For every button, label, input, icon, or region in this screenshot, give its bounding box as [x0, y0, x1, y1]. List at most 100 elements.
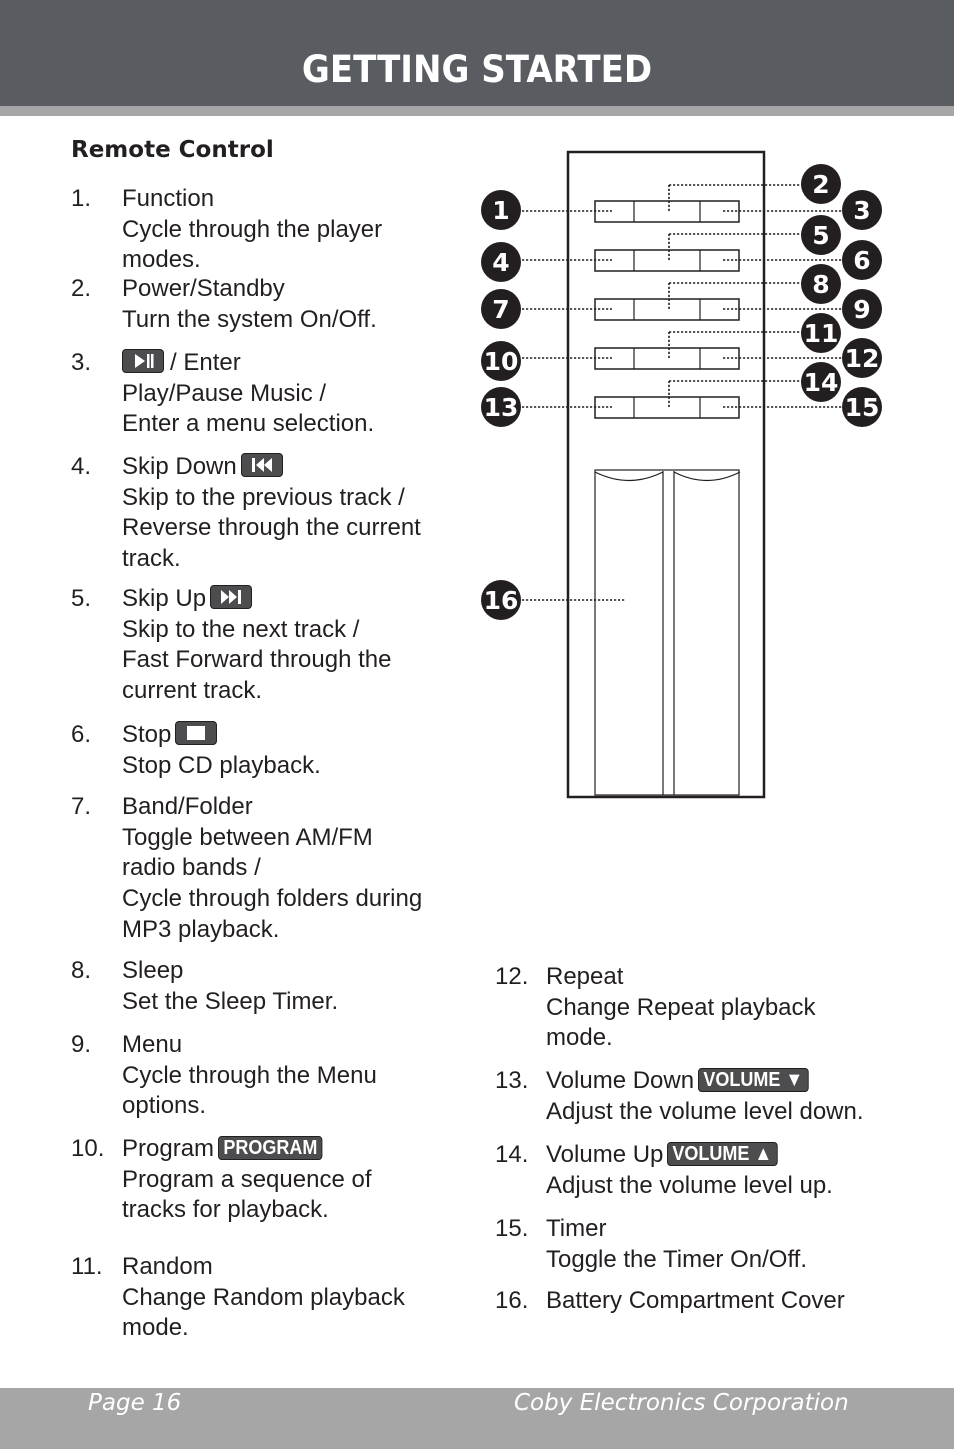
callout-number: 14: [804, 368, 839, 397]
callout-number: 15: [845, 393, 880, 422]
item-title: Menu: [122, 1031, 183, 1058]
item-text: Stop Stop CD playback.: [122, 720, 321, 781]
item-description-line: Skip to the next track /: [122, 615, 360, 643]
item-description-line: Cycle through the player: [122, 215, 383, 243]
item-description-line: tracks for playback.: [122, 1196, 329, 1224]
item-number: 6.: [71, 721, 92, 748]
item-title: Volume Down: [546, 1067, 695, 1094]
item-number: 7.: [71, 793, 92, 820]
item-description-line: Toggle the Timer On/Off.: [546, 1245, 808, 1273]
item-title-line: Band/Folder: [122, 792, 422, 823]
item-description-line: options.: [122, 1092, 207, 1120]
item-number: 14.: [495, 1141, 529, 1168]
item-description-line: Skip to the previous track /: [122, 483, 405, 511]
button-row-outline: [594, 200, 740, 223]
item-title-line: Timer: [546, 1214, 807, 1245]
item-title-line: Menu: [122, 1030, 377, 1061]
item-title-line: Battery Compartment Cover: [546, 1286, 845, 1317]
item-number: 11.: [71, 1253, 103, 1280]
item-number: 16.: [495, 1287, 529, 1314]
item-title-line: Program PROGRAM: [122, 1134, 371, 1165]
item-number: 3.: [71, 349, 92, 376]
item-description-line: current track.: [122, 677, 263, 705]
page-number: Page 16: [88, 1390, 182, 1416]
callout-number: 5: [812, 221, 829, 250]
button-row-outline: [594, 298, 740, 321]
callout-number: 12: [845, 344, 880, 373]
item-title-line: Volume Up VOLUME ▲: [546, 1140, 833, 1171]
item-text: Repeat Change Repeat playback mode.: [546, 962, 816, 1054]
item-number: 12.: [495, 963, 529, 990]
item-title: Sleep: [122, 957, 184, 984]
item-title: Repeat: [546, 963, 624, 990]
callout-number: 1: [492, 196, 509, 225]
item-title: Skip Down: [122, 453, 237, 480]
callout-number: 11: [804, 319, 839, 348]
item-description-line: Adjust the volume level up.: [546, 1171, 833, 1199]
item-title: Program: [122, 1135, 215, 1162]
button-label-badge: VOLUME ▲: [667, 1141, 779, 1166]
item-title-line: Skip Up: [122, 584, 391, 615]
item-title-line: Skip Down: [122, 452, 421, 483]
item-description-line: Toggle between AM/FM: [122, 823, 373, 851]
item-title: / Enter: [170, 349, 241, 376]
button-label-badge: VOLUME ▼: [698, 1067, 809, 1092]
skip-back-icon: [240, 452, 283, 477]
page-title: GETTING STARTED: [301, 48, 653, 91]
item-title: Function: [122, 185, 215, 212]
item-number: 9.: [71, 1031, 92, 1058]
item-text: Skip Up Skip to the next track / Fast Forw…: [122, 584, 391, 707]
item-description-line: modes.: [122, 246, 201, 274]
item-title: Skip Up: [122, 585, 207, 612]
item-title: Band/Folder: [122, 793, 253, 820]
item-title-line: Sleep: [122, 956, 338, 987]
item-title-line: Volume Down VOLUME ▼: [546, 1066, 864, 1097]
item-number: 15.: [495, 1215, 529, 1242]
item-title: Battery Compartment Cover: [546, 1287, 845, 1314]
item-number: 10.: [71, 1135, 105, 1162]
item-description-line: Program a sequence of: [122, 1165, 372, 1193]
item-title-line: Random: [122, 1252, 405, 1283]
item-description-line: Change Random playback: [122, 1283, 405, 1311]
callout-number: 13: [484, 393, 519, 422]
item-text: Battery Compartment Cover: [546, 1286, 845, 1317]
button-row-outline: [594, 347, 740, 370]
company-name: Coby Electronics Corporation: [514, 1390, 849, 1416]
item-title-line: Stop: [122, 720, 321, 751]
item-description-line: Reverse through the current: [122, 514, 421, 542]
item-description-line: MP3 playback.: [122, 915, 280, 943]
header-stripe: [0, 106, 954, 116]
item-text: Band/Folder Toggle between AM/FM radio ban…: [122, 792, 422, 946]
item-description-line: Stop CD playback.: [122, 751, 321, 779]
item-text: Sleep Set the Sleep Timer.: [122, 956, 338, 1017]
callout-number: 6: [853, 246, 870, 275]
item-number: 2.: [71, 275, 92, 302]
section-title: Remote Control: [71, 137, 274, 163]
item-description-line: mode.: [546, 1024, 613, 1052]
item-text: Power/Standby Turn the system On/Off.: [122, 274, 377, 335]
item-number: 1.: [71, 185, 92, 212]
item-text: / Enter Play/Pause Music / Enter a menu se…: [122, 348, 374, 440]
item-description-line: Change Repeat playback: [546, 993, 816, 1021]
item-title-line: Repeat: [546, 962, 816, 993]
item-description-line: Turn the system On/Off.: [122, 305, 377, 333]
remote-control-diagram: 12345678910111213141516: [481, 150, 882, 799]
item-title-line: / Enter: [122, 348, 374, 379]
item-description-line: Adjust the volume level down.: [546, 1097, 864, 1125]
battery-cover-outline: [594, 469, 740, 796]
item-number: 5.: [71, 585, 92, 612]
item-text: Menu Cycle through the Menu options.: [122, 1030, 377, 1122]
item-description-line: Set the Sleep Timer.: [122, 987, 339, 1015]
item-title: Stop: [122, 721, 172, 748]
callout-number: 8: [812, 270, 829, 299]
callout-number: 10: [484, 347, 519, 376]
item-text: Volume Up VOLUME ▲ Adjust the volume level…: [546, 1140, 833, 1201]
callout-number: 2: [812, 170, 829, 199]
stop-icon: [175, 720, 218, 745]
callout-number: 3: [853, 196, 870, 225]
item-text: Skip Down Skip to the previous track / Rev…: [122, 452, 421, 575]
item-title: Power/Standby: [122, 275, 285, 302]
item-title: Random: [122, 1253, 213, 1280]
item-text: Timer Toggle the Timer On/Off.: [546, 1214, 807, 1275]
item-title-line: Power/Standby: [122, 274, 377, 305]
